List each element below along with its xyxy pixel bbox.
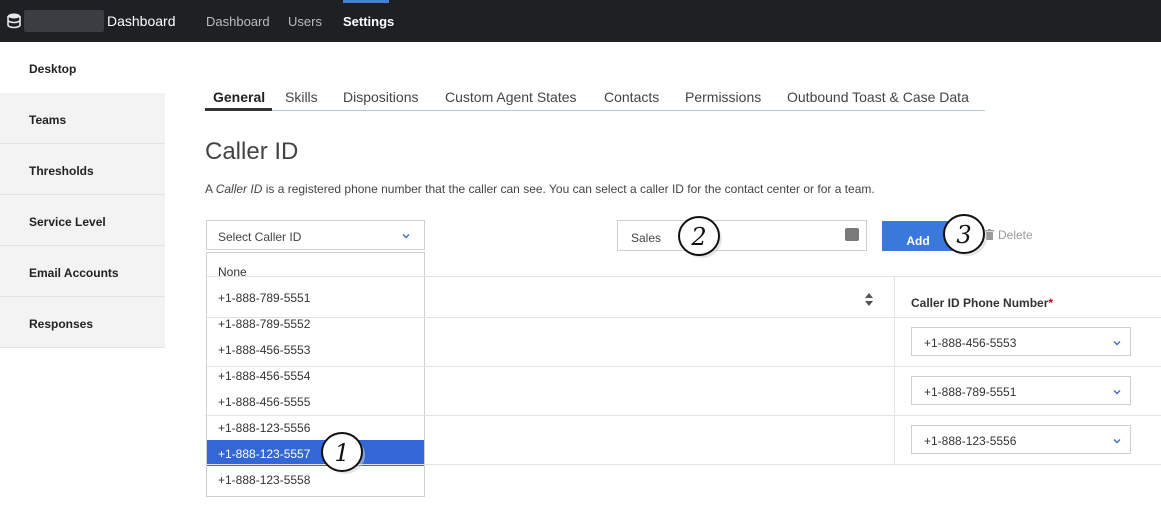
nav-users[interactable]: Users xyxy=(288,14,322,29)
sidebar-item-responses[interactable]: Responses xyxy=(0,297,165,348)
callout-2: 2 xyxy=(678,216,722,258)
desc-prefix: A xyxy=(205,182,216,196)
sidebar: Desktop Teams Thresholds Service Level E… xyxy=(0,42,165,511)
required-mark: * xyxy=(1048,296,1054,310)
table-border xyxy=(205,415,1161,416)
sidebar-item-teams[interactable]: Teams xyxy=(0,93,165,144)
table-border xyxy=(205,276,1161,277)
nav-dashboard[interactable]: Dashboard xyxy=(206,14,270,29)
chevron-down-icon xyxy=(402,234,410,239)
database-icon xyxy=(7,13,21,29)
row-phone-value: +1-888-123-5556 xyxy=(924,434,1017,448)
delete-button[interactable]: Delete xyxy=(998,228,1033,242)
tab-permissions[interactable]: Permissions xyxy=(685,89,761,105)
row-phone-select[interactable]: +1-888-456-5553 xyxy=(911,327,1131,356)
settings-tabs: General Skills Dispositions Custom Agent… xyxy=(205,86,985,111)
callout-3-label: 3 xyxy=(956,221,971,249)
sidebar-empty xyxy=(0,348,165,511)
chevron-down-icon xyxy=(1113,439,1121,444)
tab-contacts[interactable]: Contacts xyxy=(604,89,659,105)
table-border xyxy=(205,317,1161,318)
page-title: Caller ID xyxy=(205,138,299,165)
name-input[interactable]: Sales xyxy=(617,220,867,251)
column-header-text: Caller ID Phone Number xyxy=(911,296,1049,310)
column-divider xyxy=(894,276,895,464)
row-phone-value: +1-888-789-5551 xyxy=(924,385,1017,399)
sidebar-item-email-accounts[interactable]: Email Accounts xyxy=(0,246,165,297)
tab-outbound-toast-case-data[interactable]: Outbound Toast & Case Data xyxy=(787,89,969,105)
tab-skills[interactable]: Skills xyxy=(285,89,318,105)
caller-id-select[interactable]: Select Caller ID xyxy=(206,220,425,250)
callout-1: 1 xyxy=(321,432,365,474)
sidebar-item-service-level[interactable]: Service Level xyxy=(0,195,165,246)
callout-1-label: 1 xyxy=(334,439,349,467)
row-phone-select[interactable]: +1-888-123-5556 xyxy=(911,425,1131,454)
name-input-value: Sales xyxy=(631,231,662,245)
sidebar-item-desktop[interactable]: Desktop xyxy=(0,42,165,93)
sidebar-item-thresholds[interactable]: Thresholds xyxy=(0,144,165,195)
redacted-logo xyxy=(24,10,104,32)
tab-dispositions[interactable]: Dispositions xyxy=(343,89,418,105)
desc-term: Caller ID xyxy=(215,182,263,196)
callout-3: 3 xyxy=(943,214,987,256)
active-nav-indicator xyxy=(343,0,389,3)
tab-general[interactable]: General xyxy=(213,89,265,105)
clear-input-icon[interactable] xyxy=(845,228,859,241)
nav-settings[interactable]: Settings xyxy=(343,14,394,29)
caller-id-phone-number-header: Caller ID Phone Number* xyxy=(911,296,1053,310)
row-phone-select[interactable]: +1-888-789-5551 xyxy=(911,376,1131,405)
row-phone-value: +1-888-456-5553 xyxy=(924,336,1017,350)
chevron-down-icon xyxy=(1113,341,1121,346)
active-tab-indicator xyxy=(205,108,272,111)
callout-2-label: 2 xyxy=(690,223,706,251)
app-title: Dashboard xyxy=(107,13,176,29)
desc-rest: is a registered phone number that the ca… xyxy=(262,182,875,196)
sort-icon[interactable] xyxy=(865,293,873,306)
table-border xyxy=(205,366,1161,367)
page-description: A Caller ID is a registered phone number… xyxy=(205,182,875,196)
caller-id-select-placeholder: Select Caller ID xyxy=(218,230,302,244)
tab-custom-agent-states[interactable]: Custom Agent States xyxy=(445,89,577,105)
top-bar: Dashboard Dashboard Users Settings xyxy=(0,0,1161,42)
chevron-down-icon xyxy=(1113,390,1121,395)
